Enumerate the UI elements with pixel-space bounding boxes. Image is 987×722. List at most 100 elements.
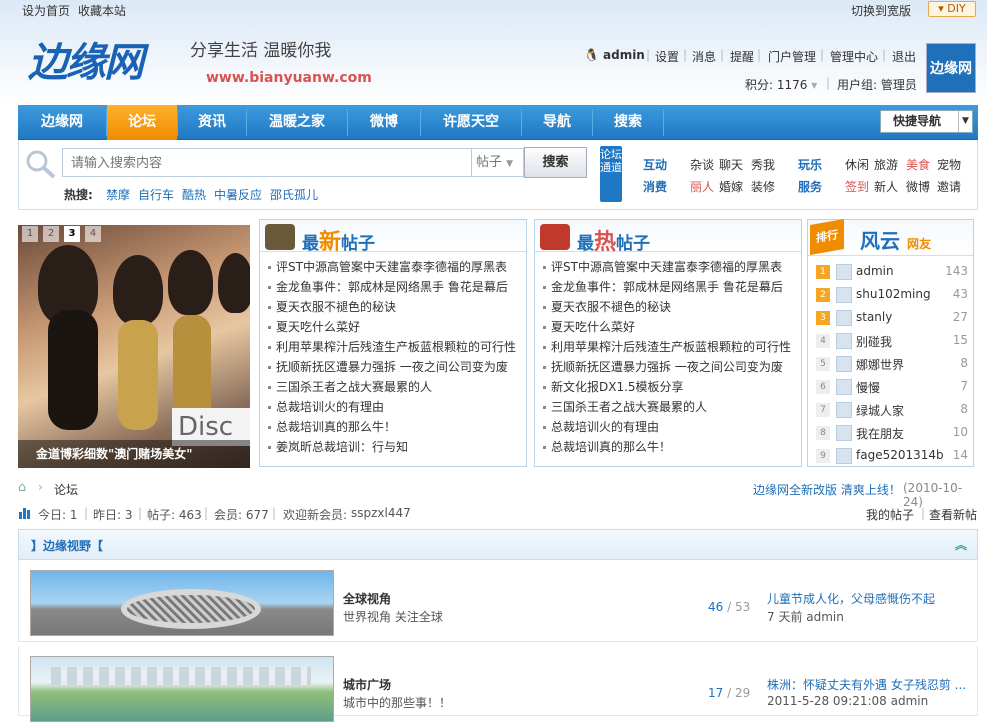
channel-link[interactable]: 新人 — [874, 178, 898, 195]
hot-search-link[interactable]: 自行车 — [138, 186, 174, 203]
channel-link[interactable]: 微博 — [906, 178, 930, 195]
post-link[interactable]: 评ST中源高管案中天建富泰李德福的厚黑表 — [268, 257, 523, 277]
section-header[interactable]: 】边缘视野【 ︽ — [18, 529, 978, 560]
channel-link[interactable]: 丽人 — [690, 178, 714, 195]
post-link[interactable]: 夏天衣服不褪色的秘诀 — [543, 297, 798, 317]
forum-name[interactable]: 城市广场 — [343, 676, 391, 693]
post-link[interactable]: 金龙鱼事件：郭成林是网络黑手 鲁花是幕后 — [268, 277, 523, 297]
post-link[interactable]: 评ST中源高管案中天建富泰李德福的厚黑表 — [543, 257, 798, 277]
channel-link[interactable]: 旅游 — [874, 156, 898, 173]
channel-link[interactable]: 互动 — [643, 156, 667, 173]
notice-link[interactable]: 边缘网全新改版 清爽上线！ — [753, 481, 901, 498]
slide-caption[interactable]: 金道博彩细数"澳门赌场美女" — [18, 440, 250, 468]
hot-search-link[interactable]: 邵氏孤儿 — [270, 186, 318, 203]
rank-item[interactable]: 6 慢慢 7 — [816, 377, 972, 397]
hot-search-link[interactable]: 禁摩 — [106, 186, 130, 203]
rank-item[interactable]: 9 fage5201314b 14 — [816, 446, 972, 466]
nav-item-weibo[interactable]: 微博 — [348, 105, 420, 140]
channel-link[interactable]: 消费 — [643, 178, 667, 195]
post-link[interactable]: 利用苹果榨汁后残渣生产板蓝根颗粒的可行性 — [543, 337, 798, 357]
channel-link[interactable]: 杂谈 — [690, 156, 714, 173]
post-link[interactable]: 总裁培训火的有理由 — [543, 417, 798, 437]
forum-name[interactable]: 全球视角 — [343, 590, 391, 607]
view-new-link[interactable]: 查看新帖 — [929, 506, 977, 523]
points-dropdown[interactable]: 积分: 1176 ▾ — [745, 76, 817, 93]
breadcrumb-current[interactable]: 论坛 — [54, 481, 78, 498]
channel-link[interactable]: 服务 — [798, 178, 822, 195]
post-link[interactable]: 姜岚昕总裁培训：行与知 — [268, 437, 523, 457]
my-posts-link[interactable]: 我的帖子 — [866, 506, 914, 523]
channel-link[interactable]: 宠物 — [937, 156, 961, 173]
nav-item-forum[interactable]: 论坛 — [107, 105, 177, 140]
channel-link[interactable]: 婚嫁 — [719, 178, 743, 195]
post-link[interactable]: 夏天衣服不褪色的秘诀 — [268, 297, 523, 317]
diy-button[interactable]: ▾ DIY — [928, 1, 976, 17]
post-link[interactable]: 抚顺新抚区遭暴力强拆 一夜之间公司变为废 — [268, 357, 523, 377]
rank-item[interactable]: 4 别碰我 15 — [816, 331, 972, 351]
forum-last-post[interactable]: 株洲：怀疑丈夫有外遇 女子残忍剪 ... — [767, 676, 977, 693]
channel-link[interactable]: 秀我 — [751, 156, 775, 173]
slide-number[interactable]: 4 — [85, 226, 101, 242]
slide-number[interactable]: 2 — [43, 226, 59, 242]
post-link[interactable]: 利用苹果榨汁后残渣生产板蓝根颗粒的可行性 — [268, 337, 523, 357]
channel-link[interactable]: 邀请 — [937, 178, 961, 195]
channel-link[interactable]: 休闲 — [845, 156, 869, 173]
post-link[interactable]: 夏天吃什么菜好 — [268, 317, 523, 337]
nav-item-guide[interactable]: 导航 — [522, 105, 592, 140]
nav-item-home[interactable]: 边缘网 — [18, 105, 106, 140]
post-link[interactable]: 总裁培训火的有理由 — [268, 397, 523, 417]
logout-link[interactable]: 退出 — [892, 48, 916, 65]
channel-link[interactable]: 装修 — [751, 178, 775, 195]
post-link[interactable]: 三国杀王者之战大赛最累的人 — [543, 397, 798, 417]
post-link[interactable]: 抚顺新抚区遭暴力强拆 一夜之间公司变为废 — [543, 357, 798, 377]
post-link[interactable]: 三国杀王者之战大赛最累的人 — [268, 377, 523, 397]
post-link[interactable]: 新文化报DX1.5模板分享 — [543, 377, 798, 397]
post-link[interactable]: 总裁培训真的那么牛！ — [268, 417, 523, 437]
rank-item[interactable]: 8 我在朋友 10 — [816, 423, 972, 443]
portal-admin-link[interactable]: 门户管理 — [768, 48, 816, 65]
search-input[interactable] — [62, 148, 472, 177]
messages-link[interactable]: 消息 — [692, 48, 716, 65]
nav-item-news[interactable]: 资讯 — [178, 105, 246, 140]
collapse-icon[interactable]: ︽ — [955, 536, 967, 553]
forum-image[interactable] — [30, 656, 334, 722]
site-logo[interactable]: 边缘网 分享生活 温暖你我 www.bianyuanw.com — [20, 30, 380, 98]
channel-link[interactable]: 聊天 — [719, 156, 743, 173]
forum-image[interactable] — [30, 570, 334, 636]
post-link[interactable]: 金龙鱼事件：郭成林是网络黑手 鲁花是幕后 — [543, 277, 798, 297]
forum-last-post[interactable]: 儿童节成人化，父母感慨伤不起 — [767, 590, 977, 607]
slide-number-active[interactable]: 3 — [64, 226, 80, 242]
post-link[interactable]: 总裁培训真的那么牛！ — [543, 437, 798, 457]
nav-item-wish-sky[interactable]: 许愿天空 — [421, 105, 521, 140]
rank-item[interactable]: 2 shu102ming 43 — [816, 285, 972, 305]
reminders-link[interactable]: 提醒 — [730, 48, 754, 65]
forum-row[interactable]: 城市广场 城市中的那些事！！ 17 / 29 株洲：怀疑丈夫有外遇 女子残忍剪 … — [18, 646, 978, 722]
set-home-link[interactable]: 设为首页 — [22, 2, 70, 19]
forum-row[interactable]: 全球视角 世界视角 关注全球 46 / 53 儿童节成人化，父母感慨伤不起 7 … — [18, 560, 978, 642]
switch-wide-link[interactable]: 切换到宽版 — [851, 2, 911, 19]
channel-link[interactable]: 美食 — [906, 156, 930, 173]
rank-item[interactable]: 3 stanly 27 — [816, 308, 972, 328]
home-icon[interactable]: ⌂ — [18, 480, 26, 495]
rank-item[interactable]: 5 娜娜世界 8 — [816, 354, 972, 374]
channel-link[interactable]: 玩乐 — [798, 156, 822, 173]
settings-link[interactable]: 设置 — [655, 48, 679, 65]
avatar[interactable]: 边缘网 — [926, 43, 976, 93]
channel-link[interactable]: 签到 — [845, 178, 869, 195]
admin-center-link[interactable]: 管理中心 — [830, 48, 878, 65]
slide-number[interactable]: 1 — [22, 226, 38, 242]
username-link[interactable]: admin — [603, 48, 645, 62]
post-link[interactable]: 夏天吃什么菜好 — [543, 317, 798, 337]
quick-nav-dropdown[interactable]: 快捷导航 ▼ — [880, 110, 973, 133]
newest-member-link[interactable]: sspzxl447 — [351, 506, 411, 520]
rank-item[interactable]: 7 绿城人家 8 — [816, 400, 972, 420]
hot-search-link[interactable]: 中暑反应 — [214, 186, 262, 203]
stat-members: 会员: 677 — [214, 508, 269, 522]
nav-item-warm-home[interactable]: 温暖之家 — [247, 105, 347, 140]
bookmark-link[interactable]: 收藏本站 — [78, 2, 126, 19]
rank-item[interactable]: 1 admin 143 — [816, 262, 972, 282]
nav-item-search[interactable]: 搜索 — [593, 105, 663, 140]
search-button[interactable]: 搜索 — [524, 147, 587, 178]
search-type-select[interactable]: 帖子 ▼ — [472, 148, 524, 177]
hot-search-link[interactable]: 酷热 — [182, 186, 206, 203]
